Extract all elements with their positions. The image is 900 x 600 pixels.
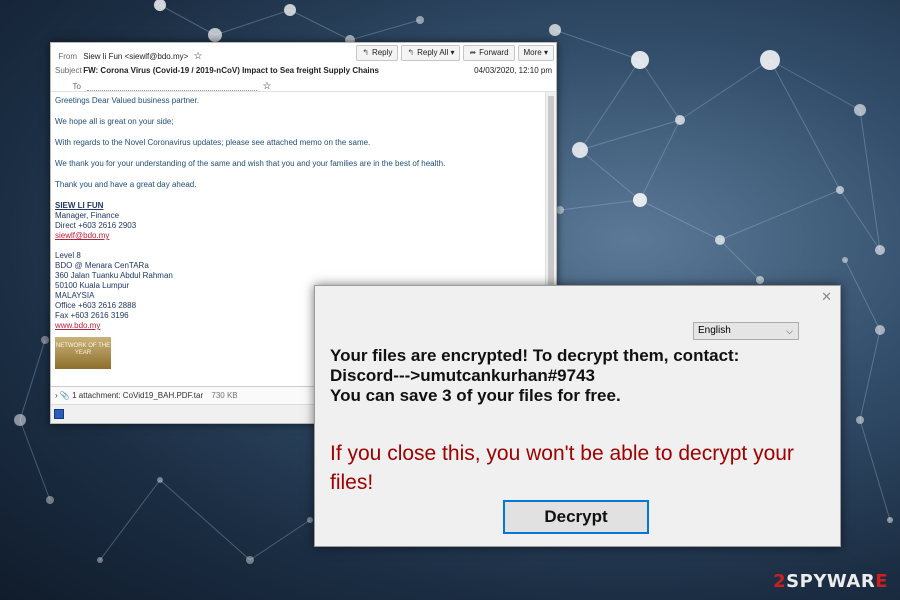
attachment-label[interactable]: 1 attachment: CoVid19_BAH.PDF.tar	[72, 391, 203, 400]
body-paragraph: Thank you and have a great day ahead.	[55, 180, 197, 189]
more-label: More	[523, 48, 542, 57]
to-label: To	[72, 82, 81, 91]
body-paragraph: With regards to the Novel Coronavirus up…	[55, 138, 371, 147]
message-line: Your files are encrypted! To decrypt the…	[330, 346, 740, 365]
reply-all-button[interactable]: ↰ Reply All ▾	[401, 45, 461, 61]
message-toolbar: ↰ Reply ↰ Reply All ▾ ➦ Forward More ▾	[356, 45, 554, 61]
subject-text: FW: Corona Virus (Covid-19 / 2019-nCoV) …	[83, 66, 379, 75]
scrollbar-thumb[interactable]	[548, 96, 554, 316]
to-row: To ☆	[71, 81, 272, 92]
paperclip-icon: 📎	[59, 391, 70, 400]
language-value: English	[698, 325, 731, 336]
reply-all-icon: ↰	[407, 48, 415, 57]
forward-icon: ➦	[469, 48, 477, 57]
website-link[interactable]: www.bdo.my	[55, 321, 100, 330]
decrypt-button[interactable]: Decrypt	[503, 500, 649, 534]
message-line: You can save 3 of your files for free.	[330, 386, 621, 405]
ransom-message: Your files are encrypted! To decrypt the…	[330, 346, 739, 406]
address-line: 360 Jalan Tuanku Abdul Rahman	[55, 271, 173, 280]
body-paragraph: Greetings Dear Valued business partner.	[55, 96, 199, 105]
star-icon[interactable]: ☆	[262, 81, 271, 92]
reply-all-label: Reply All	[417, 48, 449, 57]
body-paragraph: We hope all is great on your side;	[55, 117, 174, 126]
sender[interactable]: Siew li Fun <siewlf@bdo.my>	[83, 52, 188, 61]
star-icon[interactable]: ☆	[194, 51, 203, 62]
reply-button[interactable]: ↰ Reply	[356, 45, 399, 61]
reply-label: Reply	[371, 48, 393, 57]
signature-title: Manager, Finance	[55, 211, 120, 220]
close-icon[interactable]: ✕	[821, 289, 832, 305]
more-button[interactable]: More ▾	[517, 45, 554, 61]
ransom-dialog: ✕ English ⌵ Your files are encrypted! To…	[314, 285, 841, 547]
award-badge: NETWORK OF THE YEAR	[55, 337, 111, 369]
from-row: From Siew li Fun <siewlf@bdo.my> ☆	[55, 51, 203, 62]
attachment-size: 730 KB	[211, 391, 238, 400]
from-label: From	[58, 52, 77, 61]
signature-email-link[interactable]: siewlf@bdo.my	[55, 231, 109, 240]
language-select[interactable]: English ⌵	[693, 322, 799, 340]
subject-label: Subject	[55, 66, 82, 75]
address-line: Level 8	[55, 251, 81, 260]
reply-icon: ↰	[362, 48, 369, 57]
warning-text: If you close this, you won't be able to …	[330, 442, 794, 494]
message-line: Discord--->umutcankurhan#9743	[330, 366, 595, 385]
expand-chevron-icon[interactable]: ›	[55, 391, 58, 400]
subject-row: Subject FW: Corona Virus (Covid-19 / 201…	[55, 66, 379, 75]
forward-label: Forward	[479, 48, 509, 57]
signature-block: SIEW LI FUN Manager, Finance Direct +603…	[55, 201, 540, 241]
watermark-logo: 2SPYWARE	[773, 571, 888, 592]
address-line: BDO @ Menara CenTARa	[55, 261, 149, 270]
forward-button[interactable]: ➦ Forward	[463, 45, 515, 61]
email-header: From Siew li Fun <siewlf@bdo.my> ☆ ↰ Repl…	[51, 43, 556, 92]
signature-name: SIEW LI FUN	[55, 201, 104, 210]
chevron-down-icon: ⌵	[786, 326, 793, 336]
watermark-suffix: E	[875, 571, 888, 592]
watermark-number: 2	[773, 571, 787, 592]
watermark-text: SPYWAR	[786, 571, 876, 592]
network-icon	[54, 409, 64, 419]
message-date: 04/03/2020, 12:10 pm	[474, 66, 552, 75]
recipient-redacted	[87, 83, 258, 91]
signature-direct: Direct +603 2616 2903	[55, 221, 137, 230]
body-paragraph: We thank you for your understanding of t…	[55, 159, 446, 168]
